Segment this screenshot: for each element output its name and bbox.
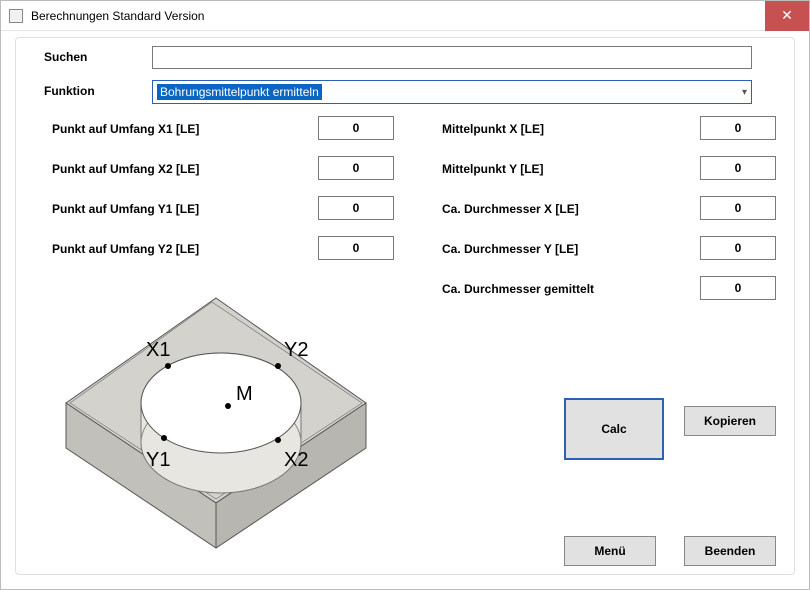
field-value-y1[interactable]	[318, 196, 394, 220]
field-value-x2[interactable]	[318, 156, 394, 180]
calc-button[interactable]: Calc	[564, 398, 664, 460]
titlebar: Berechnungen Standard Version ✕	[1, 1, 809, 31]
function-selected-text: Bohrungsmittelpunkt ermitteln	[157, 84, 322, 100]
copy-button-label: Kopieren	[704, 414, 756, 428]
field-value-x1[interactable]	[318, 116, 394, 140]
diagram-svg: X1 Y2 Y1 X2 M	[46, 288, 386, 578]
chevron-down-icon: ▾	[736, 87, 747, 98]
field-value-y2[interactable]	[318, 236, 394, 260]
diagram-illustration: X1 Y2 Y1 X2 M	[46, 288, 386, 578]
svg-text:M: M	[236, 383, 253, 405]
function-select[interactable]: Bohrungsmittelpunkt ermitteln ▾	[152, 80, 752, 104]
field-label-x2: Punkt auf Umfang X2 [LE]	[52, 162, 199, 176]
field-label-y2: Punkt auf Umfang Y2 [LE]	[52, 242, 199, 256]
search-input[interactable]	[152, 46, 752, 69]
calc-button-label: Calc	[601, 422, 626, 436]
field-label-dx: Ca. Durchmesser X [LE]	[442, 202, 579, 216]
close-button[interactable]: ✕	[765, 1, 809, 31]
window-title: Berechnungen Standard Version	[31, 9, 765, 23]
function-label: Funktion	[44, 84, 95, 98]
svg-text:X2: X2	[284, 449, 308, 471]
exit-button[interactable]: Beenden	[684, 536, 776, 566]
menu-button-label: Menü	[594, 544, 625, 558]
field-value-dm[interactable]	[700, 276, 776, 300]
field-value-mx[interactable]	[700, 116, 776, 140]
field-value-dy[interactable]	[700, 236, 776, 260]
client-area: Suchen Funktion Bohrungsmittelpunkt ermi…	[15, 37, 795, 575]
field-label-y1: Punkt auf Umfang Y1 [LE]	[52, 202, 199, 216]
svg-text:Y1: Y1	[146, 449, 170, 471]
field-label-mx: Mittelpunkt X [LE]	[442, 122, 544, 136]
field-value-my[interactable]	[700, 156, 776, 180]
field-value-dx[interactable]	[700, 196, 776, 220]
app-window: Berechnungen Standard Version ✕ Suchen F…	[0, 0, 810, 590]
svg-text:X1: X1	[146, 339, 170, 361]
svg-text:Y2: Y2	[284, 339, 308, 361]
close-icon: ✕	[781, 7, 793, 24]
copy-button[interactable]: Kopieren	[684, 406, 776, 436]
field-label-x1: Punkt auf Umfang X1 [LE]	[52, 122, 199, 136]
search-label: Suchen	[44, 50, 87, 64]
field-label-dm: Ca. Durchmesser gemittelt	[442, 282, 594, 296]
field-label-my: Mittelpunkt Y [LE]	[442, 162, 544, 176]
menu-button[interactable]: Menü	[564, 536, 656, 566]
field-label-dy: Ca. Durchmesser Y [LE]	[442, 242, 578, 256]
app-icon	[9, 9, 23, 23]
exit-button-label: Beenden	[705, 544, 756, 558]
